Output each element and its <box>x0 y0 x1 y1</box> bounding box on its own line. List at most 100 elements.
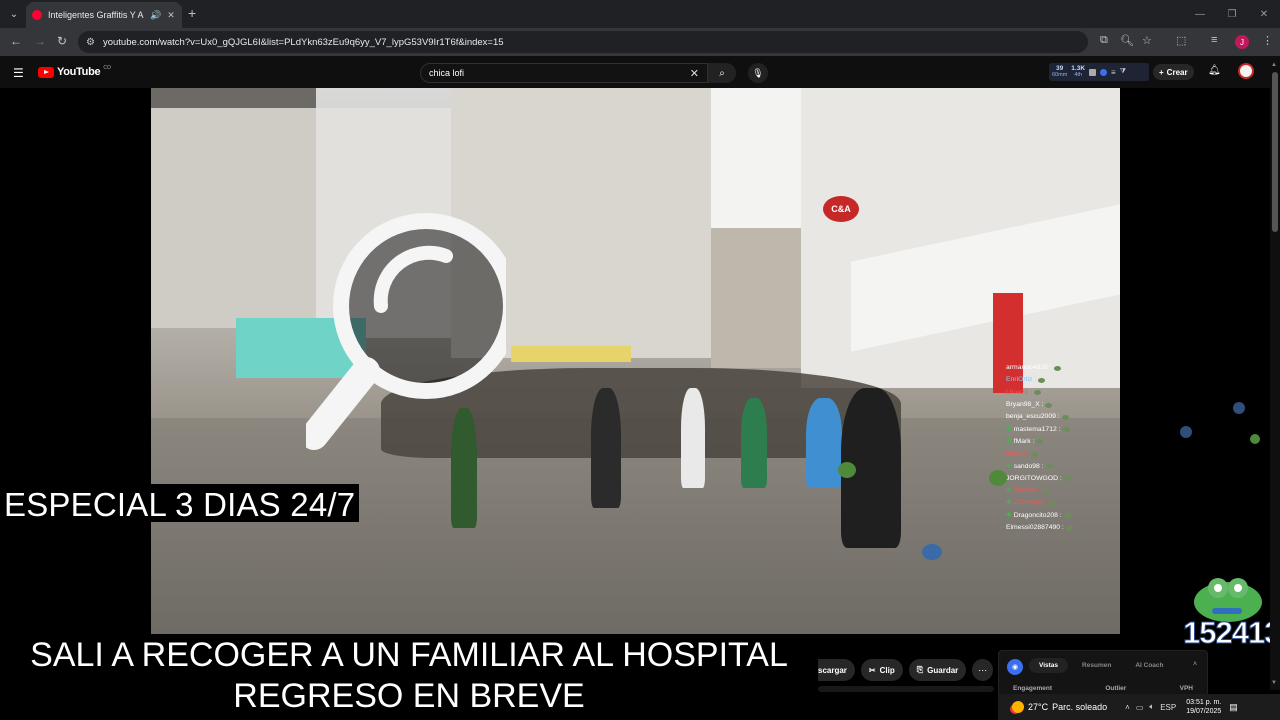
scissors-icon: ✂ <box>868 665 876 675</box>
browser-profile-avatar[interactable]: J <box>1235 35 1249 49</box>
reload-icon[interactable]: ↻ <box>57 34 67 48</box>
chat-emote-icon <box>1036 439 1044 445</box>
search-query: chica lofi <box>429 68 465 78</box>
chat-message: ✚ 24w06o : <box>1006 485 1118 497</box>
tab-resumen[interactable]: Resumen <box>1072 658 1121 673</box>
chat-message: ✚ sando98 : <box>1006 460 1118 472</box>
download-button[interactable]: scargar <box>818 659 855 681</box>
building-far <box>711 228 801 368</box>
url-text: youtube.com/watch?v=Ux0_gQJGL6I&list=PLd… <box>102 36 504 48</box>
person-white <box>681 388 705 488</box>
minimize-icon[interactable]: — <box>1184 0 1216 28</box>
weather-text: Parc. soleado <box>1052 702 1108 712</box>
clear-search-icon[interactable]: ✕ <box>690 67 699 80</box>
search-input[interactable]: chica lofi ✕ <box>420 63 708 83</box>
clip-button[interactable]: ✂ Clip <box>860 659 903 681</box>
chat-user: Dragoncito208 : <box>1013 511 1062 519</box>
ext-grid-icon[interactable] <box>1089 68 1097 76</box>
network-icon[interactable]: ▭ <box>1136 703 1144 712</box>
taskbar-clock[interactable]: 03:51 p. m. 19/07/2025 <box>1186 698 1221 716</box>
chat-emote-icon <box>1063 476 1071 482</box>
bookmark-star-icon[interactable]: ☆ <box>1142 34 1152 47</box>
ext-filter-icon[interactable]: ⧩ <box>1120 68 1126 76</box>
youtube-header: ☰ YouTube CO chica lofi ✕ ⌕ 🎙︎ 39 60mm 1… <box>0 56 1280 88</box>
video-frame[interactable]: C&A <box>151 88 1120 634</box>
tray-chevron-icon[interactable]: ˄ <box>1125 703 1130 712</box>
chat-emote-icon <box>1065 525 1073 531</box>
chat-user: JORGITOWGOD : <box>1006 474 1062 482</box>
close-window-icon[interactable]: ✕ <box>1248 0 1280 28</box>
scroll-up-icon[interactable]: ▲ <box>1271 62 1277 68</box>
floating-emote-icon <box>1250 434 1260 444</box>
chat-user: sunzei : <box>1006 450 1030 458</box>
tab-close-icon[interactable]: ✕ <box>167 10 175 21</box>
chat-emote-icon <box>1045 402 1053 408</box>
weather-widget[interactable]: 27°C Parc. soleado <box>1012 701 1107 713</box>
chat-user: mastema1712 : <box>1013 425 1061 433</box>
chat-emote-icon <box>1062 427 1070 433</box>
notification-center-icon[interactable]: ▤ <box>1229 702 1238 713</box>
chat-message: ✚ fMark : <box>1006 436 1118 448</box>
youtube-logo[interactable]: YouTube CO <box>38 65 111 78</box>
caption-line-1: SALI A RECOGER A UN FAMILIAR AL HOSPITAL <box>30 636 788 674</box>
panel-logo-icon: ◉ <box>1007 659 1023 675</box>
chat-message: Elmessi02887490 : <box>1006 522 1118 534</box>
notifications-bell-icon[interactable]: 🔔︎ <box>1208 65 1221 76</box>
ext-stat-1: 39 60mm <box>1052 65 1067 78</box>
zoom-icon[interactable]: 🔍︎ <box>1120 34 1134 47</box>
chat-user: 24w06o : <box>1013 487 1042 495</box>
chat-message: Bryan98_X : <box>1006 399 1118 411</box>
caption-line-2: REGRESO EN BREVE <box>233 677 585 715</box>
scroll-down-icon[interactable]: ▼ <box>1271 680 1277 686</box>
panel-columns: Engagement Outlier VPH <box>1013 685 1193 692</box>
tab-vistas[interactable]: Vistas <box>1029 658 1069 673</box>
scrollbar-thumb[interactable] <box>1272 72 1278 232</box>
voice-search-icon[interactable]: 🎙︎ <box>748 63 768 83</box>
youtube-account-avatar[interactable] <box>1238 63 1254 79</box>
ext-logo-icon[interactable] <box>1100 68 1108 76</box>
chat-message: JORGITOWGOD : <box>1006 473 1118 485</box>
chat-message: Lhoez0 : <box>1006 387 1118 399</box>
browser-toolbar: ← → ↻ ⚙ youtube.com/watch?v=Ux0_gQJGL6I&… <box>0 28 1280 56</box>
vidiq-extension-bar[interactable]: 39 60mm 1.3K 4th ≡ ⧩ <box>1049 63 1149 81</box>
back-icon[interactable]: ← <box>10 34 22 48</box>
temperature: 27°C <box>1028 702 1049 712</box>
chat-user: EnriOrtiz : <box>1006 376 1037 384</box>
store-sign: C&A <box>823 196 859 222</box>
browser-menu-icon[interactable]: ⋮ <box>1262 34 1273 47</box>
save-button[interactable]: ⎘ Guardar <box>908 659 967 681</box>
chat-plus-icon: ✚ <box>1006 425 1012 433</box>
tab-audio-icon[interactable]: 🔊 <box>150 10 161 21</box>
panel-collapse-icon[interactable]: ˄ <box>1193 661 1197 668</box>
chat-plus-icon: ✚ <box>1006 487 1012 495</box>
browser-tab[interactable]: Inteligentes Graffitis Y Arte 🔊 ✕ <box>26 2 182 28</box>
tab-search-dropdown-icon[interactable]: ⌄ <box>6 6 22 22</box>
install-app-icon[interactable]: ⧉ <box>1100 34 1108 47</box>
new-tab-button[interactable]: + <box>188 5 196 21</box>
create-button[interactable]: + Crear <box>1153 64 1194 80</box>
more-actions-icon[interactable]: ⋯ <box>972 659 993 681</box>
chat-emote-icon <box>1049 500 1057 506</box>
extensions-icon[interactable]: ⬚ <box>1176 34 1186 47</box>
description-bar <box>818 686 994 692</box>
window-controls: — ❐ ✕ <box>1184 0 1280 28</box>
language-indicator[interactable]: ESP <box>1160 703 1176 712</box>
site-info-icon[interactable]: ⚙ <box>86 37 95 48</box>
hamburger-menu-icon[interactable]: ☰ <box>13 66 24 80</box>
forward-icon[interactable]: → <box>34 34 46 48</box>
tab-title: Inteligentes Graffitis Y Arte <box>48 10 144 20</box>
youtube-play-icon <box>38 66 54 78</box>
page-scrollbar[interactable]: ▲ ▼ <box>1270 60 1280 690</box>
reading-list-icon[interactable]: ≡ <box>1211 34 1217 46</box>
tab-ai-coach[interactable]: AI Coach <box>1125 658 1173 673</box>
address-bar[interactable]: ⚙ youtube.com/watch?v=Ux0_gQJGL6I&list=P… <box>78 31 1088 53</box>
chat-plus-icon: ✚ <box>1006 462 1012 470</box>
ext-list-icon[interactable]: ≡ <box>1111 68 1116 77</box>
restore-icon[interactable]: ❐ <box>1216 0 1248 28</box>
create-label: Crear <box>1166 67 1188 77</box>
chat-emote-icon <box>1034 390 1042 396</box>
volume-icon[interactable]: 🔈︎ <box>1149 702 1154 712</box>
search-button[interactable]: ⌕ <box>708 63 736 83</box>
analytics-panel: ◉ Vistas Resumen AI Coach ˄ Engagement O… <box>998 650 1208 698</box>
chat-user: armando4826 : <box>1006 364 1052 372</box>
